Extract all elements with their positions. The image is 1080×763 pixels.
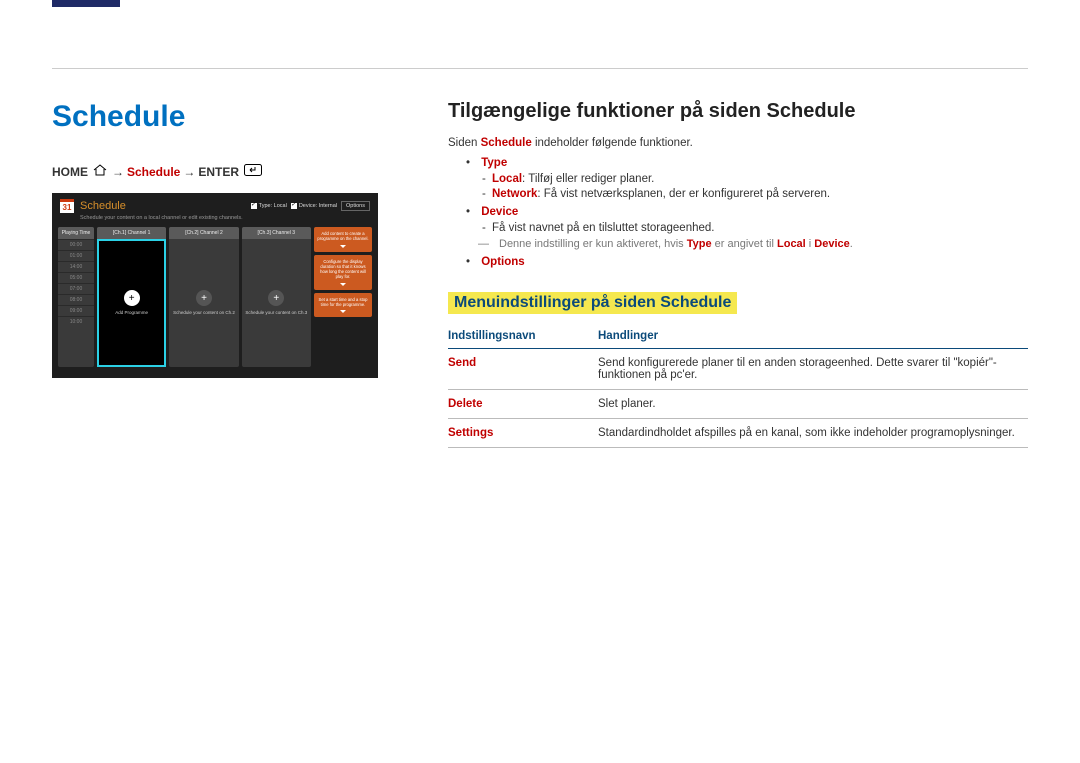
arrow-1: → (112, 165, 124, 179)
ch3-header: [Ch.3] Channel 3 (242, 227, 311, 239)
breadcrumb: HOME → Schedule → ENTER (52, 164, 382, 179)
options-table: Indstillingsnavn Handlinger Send Send ko… (448, 324, 1028, 448)
time-row: 01:00 (58, 250, 94, 261)
chevron-down-icon (340, 310, 346, 313)
table-row: Delete Slet planer. (448, 390, 1028, 419)
accent-bar (52, 0, 120, 7)
calendar-icon: 31 (60, 199, 74, 213)
mock-title: Schedule (80, 200, 126, 212)
ch2-label: Schedule your content on Ch.2 (171, 310, 237, 315)
mock-channel-3: [Ch.3] Channel 3 + Schedule your content… (242, 227, 311, 367)
device-note: Denne indstilling er kun aktiveret, hvis… (478, 238, 1028, 250)
ch2-header: [Ch.2] Channel 2 (169, 227, 238, 239)
row-name: Send (448, 349, 598, 390)
time-row: 08:00 (58, 294, 94, 305)
type-network: Network: Få vist netværksplanen, der er … (448, 188, 1028, 200)
mock-device-toggle: Device: Internal (291, 201, 337, 211)
arrow-2: → (183, 165, 195, 179)
time-header: Playing Time (58, 227, 94, 239)
plus-icon: + (196, 290, 212, 306)
row-name: Delete (448, 390, 598, 419)
time-row: 05:00 (58, 272, 94, 283)
intro-text: Siden Schedule indeholder følgende funkt… (448, 137, 1028, 149)
mock-channel-1: [Ch.1] Channel 1 + Add Programme (97, 227, 166, 367)
breadcrumb-home: HOME (52, 165, 88, 179)
breadcrumb-schedule: Schedule (127, 165, 180, 179)
time-row: 14:00 (58, 261, 94, 272)
mock-channel-2: [Ch.2] Channel 2 + Schedule your content… (169, 227, 238, 367)
type-local: Local: Tilføj eller rediger planer. (448, 173, 1028, 185)
check-icon (251, 203, 257, 209)
time-row: 09:00 (58, 305, 94, 316)
plus-icon: + (268, 290, 284, 306)
feature-type: Type Local: Tilføj eller rediger planer.… (448, 157, 1028, 200)
plus-icon: + (124, 290, 140, 306)
feature-options: Options (448, 256, 1028, 268)
section-heading: Tilgængelige funktioner på siden Schedul… (448, 100, 1028, 123)
time-row: 07:00 (58, 283, 94, 294)
menu-heading: Menuindstillinger på siden Schedule (448, 292, 737, 314)
col-header-action: Handlinger (598, 324, 1028, 349)
mock-header: 31 Schedule Type: Local Device: Internal… (52, 193, 378, 215)
enter-icon (244, 164, 262, 179)
mock-time-column: Playing Time 00:00 01:00 14:00 05:00 07:… (58, 227, 94, 367)
mock-top-controls: Type: Local Device: Internal Options (251, 201, 370, 211)
chevron-down-icon (340, 283, 346, 286)
row-name: Settings (448, 419, 598, 448)
mock-subtitle: Schedule your content on a local channel… (52, 215, 378, 227)
dash-icon (478, 238, 493, 250)
top-divider (52, 68, 1028, 69)
ch3-label: Schedule your content on Ch.3 (243, 310, 309, 315)
mock-body: Playing Time 00:00 01:00 14:00 05:00 07:… (52, 227, 378, 367)
chevron-down-icon (340, 245, 346, 248)
mock-type-toggle: Type: Local (251, 201, 287, 211)
table-row: Settings Standardindholdet afspilles på … (448, 419, 1028, 448)
right-column: Tilgængelige funktioner på siden Schedul… (448, 100, 1028, 448)
row-action: Send konfigurerede planer til en anden s… (598, 349, 1028, 390)
schedule-screenshot: 31 Schedule Type: Local Device: Internal… (52, 193, 378, 378)
row-action: Standardindholdet afspilles på en kanal,… (598, 419, 1028, 448)
col-header-name: Indstillingsnavn (448, 324, 598, 349)
ch1-header: [Ch.1] Channel 1 (97, 227, 166, 239)
left-column: Schedule HOME → Schedule → ENTER 31 Sche… (52, 100, 382, 378)
page-title: Schedule (52, 100, 382, 134)
breadcrumb-enter: ENTER (198, 165, 239, 179)
row-action: Slet planer. (598, 390, 1028, 419)
home-icon (93, 164, 107, 179)
device-line: Få vist navnet på en tilsluttet storagee… (448, 222, 1028, 234)
feature-device: Device Få vist navnet på en tilsluttet s… (448, 206, 1028, 250)
mock-options-button: Options (341, 201, 370, 211)
ch1-highlight: + Add Programme (97, 239, 166, 367)
feature-list: Type Local: Tilføj eller rediger planer.… (448, 157, 1028, 268)
time-row: 10:00 (58, 316, 94, 327)
table-row: Send Send konfigurerede planer til en an… (448, 349, 1028, 390)
tip-3: Set a start time and a stop time for the… (314, 293, 372, 318)
mock-tips-column: Add content to create a programme on the… (314, 227, 372, 367)
time-row: 00:00 (58, 239, 94, 250)
tip-1: Add content to create a programme on the… (314, 227, 372, 252)
tip-2: Configure the display duration so that i… (314, 255, 372, 290)
ch1-label: Add Programme (113, 310, 150, 315)
check-icon (291, 203, 297, 209)
